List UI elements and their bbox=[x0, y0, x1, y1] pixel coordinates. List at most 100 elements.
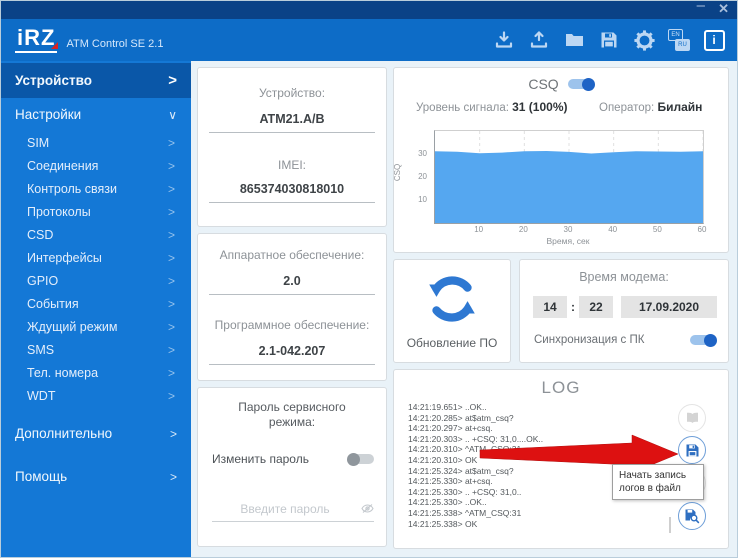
chevron-right-icon: > bbox=[168, 205, 175, 219]
chevron-right-icon: > bbox=[168, 274, 175, 288]
hardware-value: 2.0 bbox=[209, 274, 374, 295]
open-folder-icon[interactable] bbox=[563, 29, 585, 51]
csq-area-chart bbox=[434, 130, 704, 224]
sidebar-item-csd[interactable]: CSD> bbox=[1, 223, 191, 246]
pc-sync-toggle[interactable] bbox=[690, 335, 716, 345]
pc-sync-label: Синхронизация с ПК bbox=[534, 334, 644, 346]
chevron-right-icon: > bbox=[168, 320, 175, 334]
sidebar-menu: Устройство>Настройки∨SIM>Соединения>Конт… bbox=[1, 61, 191, 558]
password-input[interactable] bbox=[212, 502, 374, 522]
sidebar-item-gpio[interactable]: GPIO> bbox=[1, 269, 191, 292]
chart-x-ticks: 102030405060 bbox=[434, 225, 702, 235]
upload-icon[interactable] bbox=[528, 29, 550, 51]
firmware-update-label: Обновление ПО bbox=[394, 336, 510, 350]
chevron-right-icon: > bbox=[168, 297, 175, 311]
chevron-right-icon: > bbox=[168, 251, 175, 265]
sidebar-item-standby[interactable]: Ждущий режим> bbox=[1, 315, 191, 338]
software-label: Программное обеспечение: bbox=[198, 318, 386, 332]
signal-level: Уровень сигнала: 31 (100%) bbox=[416, 100, 568, 114]
imei-label: IMEI: bbox=[198, 158, 386, 172]
sidebar-item-sms[interactable]: SMS> bbox=[1, 338, 191, 361]
modem-time-title: Время модема: bbox=[520, 270, 728, 284]
chevron-right-icon: > bbox=[168, 136, 175, 150]
log-line: 14:21:19.651> ..OK.. bbox=[408, 402, 660, 413]
device-info-card: Устройство: ATM21.A/B IMEI: 865374030818… bbox=[197, 67, 387, 227]
chart-y-axis-label: CSQ bbox=[393, 164, 402, 181]
imei-value: 865374030818010 bbox=[209, 182, 374, 203]
device-label: Устройство: bbox=[198, 86, 386, 100]
chevron-right-icon: > bbox=[168, 366, 175, 380]
modem-time-card: Время модема: 14 : 22 17.09.2020 Синхрон… bbox=[519, 259, 729, 363]
firmware-info-card: Аппаратное обеспечение: 2.0 Программное … bbox=[197, 233, 387, 381]
sidebar-item-device[interactable]: Устройство> bbox=[1, 63, 191, 98]
record-logs-button[interactable] bbox=[678, 436, 706, 464]
eye-off-icon[interactable] bbox=[361, 501, 374, 519]
sidebar-item-sim[interactable]: SIM> bbox=[1, 131, 191, 154]
chevron-right-icon: > bbox=[168, 159, 175, 173]
change-password-toggle[interactable] bbox=[348, 454, 374, 464]
chevron-right-icon: > bbox=[168, 228, 175, 242]
sidebar-item-connections[interactable]: Соединения> bbox=[1, 154, 191, 177]
minimize-button[interactable]: – bbox=[697, 0, 705, 14]
chevron-right-icon: > bbox=[170, 470, 177, 484]
log-line: 14:21:20.297> at+csq. bbox=[408, 423, 660, 434]
hardware-label: Аппаратное обеспечение: bbox=[198, 248, 386, 262]
record-logs-tooltip: Начать запись логов в файл bbox=[612, 464, 704, 500]
sidebar-item-help[interactable]: Помощь> bbox=[1, 460, 191, 493]
software-value: 2.1-042.207 bbox=[209, 344, 374, 365]
sidebar-item-wdt[interactable]: WDT> bbox=[1, 384, 191, 407]
chart-x-axis-label: Время, сек bbox=[434, 236, 702, 246]
operator: Оператор: Билайн bbox=[599, 100, 702, 114]
log-line: 14:21:20.285> at$atm_csq? bbox=[408, 413, 660, 424]
language-switch-icon[interactable]: EN RU bbox=[668, 29, 690, 51]
sidebar-item-events[interactable]: События> bbox=[1, 292, 191, 315]
save-search-icon bbox=[684, 508, 700, 524]
sidebar-item-link-control[interactable]: Контроль связи> bbox=[1, 177, 191, 200]
service-password-title: Пароль сервисного режима: bbox=[236, 400, 349, 430]
minute-field[interactable]: 22 bbox=[579, 296, 613, 318]
save-icon[interactable] bbox=[598, 29, 620, 51]
chevron-right-icon: > bbox=[168, 182, 175, 196]
book-icon bbox=[687, 413, 698, 423]
log-scrollbar[interactable] bbox=[669, 517, 671, 533]
change-password-label: Изменить пароль bbox=[212, 452, 309, 466]
csq-toggle[interactable] bbox=[568, 79, 594, 89]
chevron-down-icon: ∨ bbox=[168, 108, 177, 122]
log-card: LOG 14:21:19.651> ..OK..14:21:20.285> at… bbox=[393, 369, 729, 549]
chevron-right-icon: > bbox=[170, 427, 177, 441]
sidebar-item-phone-numbers[interactable]: Тел. номера> bbox=[1, 361, 191, 384]
save-record-icon bbox=[685, 443, 700, 458]
refresh-icon bbox=[423, 270, 481, 333]
irz-logo: iRZ bbox=[15, 26, 57, 53]
sidebar-item-settings[interactable]: Настройки∨ bbox=[1, 98, 191, 131]
open-saved-log-button[interactable] bbox=[678, 502, 706, 530]
log-line: 14:21:25.338> OK bbox=[408, 519, 660, 530]
titlebar: – ✕ bbox=[1, 1, 738, 19]
chevron-right-icon: > bbox=[168, 343, 175, 357]
app-title: ATM Control SE 2.1 bbox=[66, 38, 163, 53]
app-window: – ✕ iRZ ATM Control SE 2.1 EN bbox=[0, 0, 738, 558]
log-book-button[interactable] bbox=[678, 404, 706, 432]
close-button[interactable]: ✕ bbox=[718, 1, 729, 17]
date-field[interactable]: 17.09.2020 bbox=[621, 296, 717, 318]
download-icon[interactable] bbox=[493, 29, 515, 51]
device-value: ATM21.A/B bbox=[209, 112, 374, 133]
hour-field[interactable]: 14 bbox=[533, 296, 567, 318]
csq-card: CSQ Уровень сигнала: 31 (100%) Оператор:… bbox=[393, 67, 729, 253]
time-separator: : bbox=[567, 300, 579, 314]
app-logo: iRZ ATM Control SE 2.1 bbox=[15, 26, 163, 53]
firmware-update-button[interactable]: Обновление ПО bbox=[393, 259, 511, 363]
log-title: LOG bbox=[394, 378, 728, 398]
header-toolbar: EN RU i bbox=[493, 29, 725, 51]
sidebar-item-protocols[interactable]: Протоколы> bbox=[1, 200, 191, 223]
language-ru-label: RU bbox=[675, 39, 690, 51]
info-icon[interactable]: i bbox=[703, 29, 725, 51]
chevron-right-icon: > bbox=[168, 72, 177, 89]
log-line: 14:21:20.303> .. +CSQ: 31,0....OK.. bbox=[408, 434, 660, 445]
settings-gear-icon[interactable] bbox=[633, 29, 655, 51]
csq-title: CSQ bbox=[528, 76, 558, 92]
sidebar-item-advanced[interactable]: Дополнительно> bbox=[1, 417, 191, 450]
chevron-right-icon: > bbox=[168, 389, 175, 403]
header: iRZ ATM Control SE 2.1 EN RU bbox=[1, 19, 738, 61]
sidebar-item-interfaces[interactable]: Интерфейсы> bbox=[1, 246, 191, 269]
